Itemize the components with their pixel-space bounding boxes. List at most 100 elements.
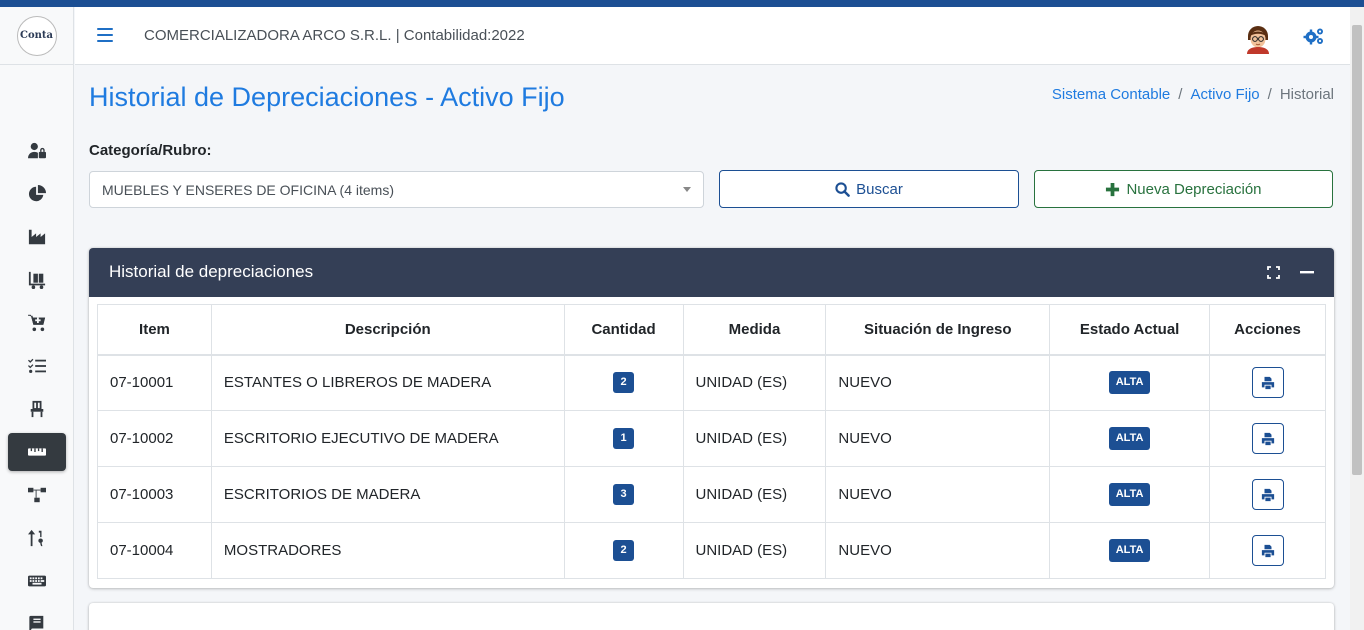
table-row: 07-10003 ESCRITORIOS DE MADERA 3 UNIDAD … (97, 466, 1326, 523)
new-depreciation-button[interactable]: Nueva Depreciación (1034, 170, 1333, 208)
sidebar-item-structure[interactable] (8, 476, 66, 514)
page-scrollbar[interactable] (1350, 7, 1364, 630)
cell-cantidad: 3 (563, 466, 684, 523)
column-header-descripcion: Descripción (210, 304, 565, 356)
print-button[interactable] (1251, 367, 1284, 399)
sort-numeric-icon (28, 529, 43, 547)
print-icon (1261, 376, 1274, 389)
plus-icon (1106, 182, 1120, 196)
book-icon (29, 615, 44, 630)
status-badge: ALTA (1108, 371, 1151, 395)
table-row: 07-10002 ESCRITORIO EJECUTIVO DE MADERA … (97, 410, 1326, 467)
sidebar-item-inventory[interactable] (8, 261, 66, 299)
cell-acciones (1209, 354, 1326, 411)
top-navbar: COMERCIALIZADORA ARCO S.R.L. | Contabili… (75, 7, 1350, 65)
cell-acciones (1209, 522, 1326, 579)
cell-estado: ALTA (1049, 410, 1211, 467)
status-badge: ALTA (1108, 539, 1151, 562)
print-button[interactable] (1251, 423, 1284, 454)
user-lock-icon (28, 142, 46, 159)
print-button[interactable] (1251, 535, 1284, 566)
sidebar-item-industry[interactable] (8, 218, 66, 256)
column-header-medida: Medida (682, 304, 827, 356)
top-accent-stripe (0, 0, 1364, 7)
breadcrumb-current: Historial (1279, 86, 1334, 103)
scrollbar-thumb[interactable] (1352, 25, 1362, 475)
cell-situacion: NUEVO (825, 466, 1051, 523)
brand[interactable]: Conta (0, 7, 73, 65)
cell-descripcion: ESTANTES O LIBREROS DE MADERA (210, 354, 565, 411)
industry-icon (28, 229, 46, 245)
brand-logo[interactable]: Conta (16, 15, 57, 56)
search-button-label: Buscar (856, 180, 903, 198)
breadcrumb-separator: / (1267, 86, 1272, 103)
column-header-cantidad: Cantidad (563, 304, 684, 356)
cell-item: 07-10002 (97, 410, 212, 467)
sidebar-item-books[interactable] (8, 605, 66, 630)
depreciation-history-card: Historial de depreciaciones Item Descrip… (89, 248, 1334, 588)
sidebar-item-sorting[interactable] (8, 519, 66, 557)
sidebar-item-furniture[interactable] (8, 390, 66, 428)
print-icon (1261, 544, 1274, 557)
sidebar: Conta (0, 7, 74, 630)
keyboard-icon (28, 575, 46, 587)
card-title: Historial de depreciaciones (109, 262, 314, 281)
card-header: Historial de depreciaciones (89, 248, 1334, 297)
print-button[interactable] (1251, 479, 1284, 510)
cell-item: 07-10001 (97, 354, 212, 411)
cell-cantidad: 1 (563, 410, 684, 467)
status-badge: ALTA (1108, 483, 1151, 506)
cell-cantidad: 2 (563, 522, 684, 579)
cell-item: 07-10003 (97, 466, 212, 523)
column-header-acciones: Acciones (1209, 304, 1326, 356)
ruler-icon (28, 448, 46, 456)
chair-icon (30, 400, 44, 418)
cell-medida: UNIDAD (ES) (682, 354, 827, 411)
cell-estado: ALTA (1049, 466, 1211, 523)
table-header-row: Item Descripción Cantidad Medida Situaci… (97, 304, 1326, 356)
column-header-situacion: Situación de Ingreso (825, 304, 1051, 356)
cell-medida: UNIDAD (ES) (682, 522, 827, 579)
cell-medida: UNIDAD (ES) (682, 466, 827, 523)
new-depreciation-label: Nueva Depreciación (1126, 180, 1262, 198)
column-header-item: Item (97, 304, 212, 356)
sidebar-item-fixed-assets[interactable] (8, 433, 66, 471)
sidebar-item-tasks[interactable] (8, 347, 66, 385)
card-tools (1266, 265, 1314, 279)
cell-descripcion: MOSTRADORES (210, 522, 565, 579)
chart-pie-icon (28, 185, 46, 202)
breadcrumb-activo-fijo[interactable]: Activo Fijo (1190, 86, 1259, 103)
status-badge: ALTA (1108, 427, 1151, 450)
breadcrumb: Sistema Contable / Activo Fijo / Histori… (1052, 86, 1334, 103)
user-avatar-icon[interactable] (1245, 24, 1271, 54)
cell-situacion: NUEVO (825, 410, 1051, 467)
print-icon (1261, 488, 1274, 501)
cell-situacion: NUEVO (825, 522, 1051, 579)
expand-icon[interactable] (1266, 265, 1280, 279)
cell-cantidad: 2 (563, 354, 684, 411)
cell-item: 07-10004 (97, 522, 212, 579)
sidebar-item-purchases[interactable] (8, 304, 66, 342)
cell-situacion: NUEVO (825, 354, 1051, 411)
print-icon (1261, 432, 1274, 445)
menu-toggle-icon[interactable] (97, 28, 113, 42)
category-select[interactable]: MUEBLES Y ENSERES DE OFICINA (4 items) (89, 171, 704, 208)
quantity-badge: 3 (613, 484, 634, 505)
secondary-card (89, 603, 1334, 630)
breadcrumb-sistema-contable[interactable]: Sistema Contable (1052, 86, 1170, 103)
cell-descripcion: ESCRITORIOS DE MADERA (210, 466, 565, 523)
column-header-estado: Estado Actual (1049, 304, 1211, 356)
cell-acciones (1209, 410, 1326, 467)
settings-gears-icon[interactable] (1303, 27, 1325, 45)
quantity-badge: 2 (613, 540, 634, 561)
company-title: COMERCIALIZADORA ARCO S.R.L. | Contabili… (144, 27, 525, 44)
collapse-icon[interactable] (1300, 265, 1314, 279)
sidebar-item-reports[interactable] (8, 175, 66, 213)
sidebar-item-users[interactable] (8, 132, 66, 170)
tasks-icon (28, 358, 46, 374)
chevron-down-icon (683, 187, 691, 192)
quantity-badge: 1 (613, 428, 634, 449)
search-button[interactable]: Buscar (719, 170, 1019, 208)
table-row: 07-10004 MOSTRADORES 2 UNIDAD (ES) NUEVO… (97, 522, 1326, 579)
sidebar-item-keyboard[interactable] (8, 562, 66, 600)
